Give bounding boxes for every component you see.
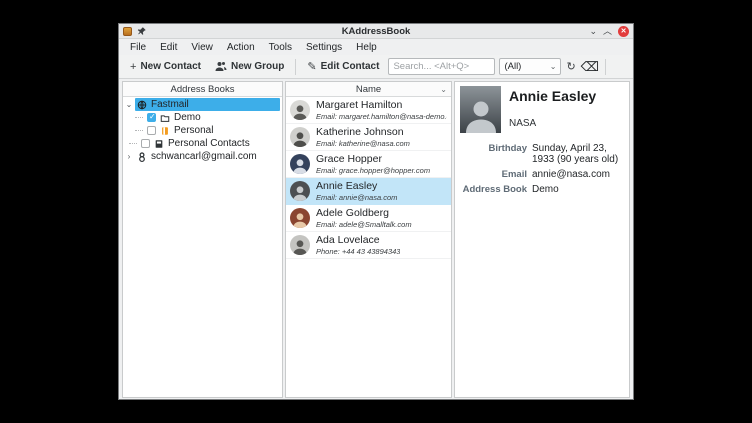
personal-contacts-checkbox[interactable]: [141, 139, 150, 148]
tree-item-demo[interactable]: Demo: [123, 111, 282, 124]
menu-tools[interactable]: Tools: [262, 41, 299, 54]
contact-row-adele-goldberg[interactable]: Adele Goldberg Email: adele@Smalltalk.co…: [286, 205, 451, 232]
address-books-tree: ⌄ Fastmail: [123, 97, 282, 163]
detail-organization: NASA: [509, 118, 596, 129]
group-icon: [215, 61, 227, 72]
toolbar-separator: [295, 59, 296, 75]
notebook-icon: [160, 126, 170, 136]
globe-icon: [137, 100, 147, 110]
personal-checkbox[interactable]: [147, 126, 156, 135]
new-contact-button[interactable]: + New Contact: [125, 59, 206, 75]
email-value[interactable]: annie@nasa.com: [532, 169, 624, 180]
search-input[interactable]: [388, 58, 495, 75]
menu-help[interactable]: Help: [349, 41, 384, 54]
avatar: [290, 154, 310, 174]
contacts-book-icon: [154, 139, 164, 149]
pencil-icon: ✎: [307, 60, 316, 73]
clear-search-icon[interactable]: ⌫: [581, 59, 599, 75]
collapse-arrow-icon[interactable]: ⌄: [123, 100, 135, 109]
plus-icon: +: [130, 61, 136, 73]
new-group-button[interactable]: New Group: [210, 59, 289, 74]
tree-item-personal[interactable]: Personal: [123, 124, 282, 137]
birthday-value: Sunday, April 23, 1933 (90 years old): [532, 143, 624, 165]
contact-row-ada-lovelace[interactable]: Ada Lovelace Phone: +44 43 43894343: [286, 232, 451, 259]
menu-file[interactable]: File: [123, 41, 153, 54]
avatar: [290, 100, 310, 120]
app-icon: [123, 27, 132, 36]
desktop-background: KAddressBook ⌄ ︿ ✕ File Edit View Action…: [0, 0, 752, 423]
window-title: KAddressBook: [119, 26, 633, 37]
refresh-icon[interactable]: ↻: [565, 60, 576, 73]
toolbar: + New Contact New Group ✎ Edit Contact: [119, 55, 633, 79]
email-label: Email: [460, 169, 527, 180]
minimize-button[interactable]: ⌄: [589, 27, 597, 36]
demo-checkbox[interactable]: [147, 113, 156, 122]
menu-action[interactable]: Action: [220, 41, 262, 54]
contact-details-panel: Annie Easley NASA Birthday Sunday, April…: [454, 81, 630, 398]
maximize-button[interactable]: ︿: [603, 27, 612, 36]
avatar: [290, 127, 310, 147]
menu-edit[interactable]: Edit: [153, 41, 184, 54]
address-books-panel: Address Books ⌄ Fastmail: [122, 81, 283, 398]
address-book-label: Address Book: [460, 184, 527, 195]
name-column-header[interactable]: Name ⌄: [286, 82, 451, 97]
avatar: [290, 181, 310, 201]
detail-fields: Birthday Sunday, April 23, 1933 (90 year…: [460, 143, 624, 195]
column-settings-icon[interactable]: ⌄: [440, 85, 447, 94]
kaddressbook-window: KAddressBook ⌄ ︿ ✕ File Edit View Action…: [118, 23, 634, 400]
titlebar[interactable]: KAddressBook ⌄ ︿ ✕: [119, 24, 633, 39]
tree-item-personal-contacts[interactable]: Personal Contacts: [123, 137, 282, 150]
edit-contact-button[interactable]: ✎ Edit Contact: [302, 58, 384, 75]
expand-arrow-icon[interactable]: ›: [123, 152, 135, 161]
contact-photo: [460, 86, 501, 133]
detail-contact-name: Annie Easley: [509, 88, 596, 104]
menu-settings[interactable]: Settings: [299, 41, 349, 54]
contact-list-panel: Name ⌄ Margaret Hamilton Email: margaret…: [285, 81, 452, 398]
chevron-down-icon: ⌄: [550, 62, 557, 71]
contact-list: Margaret Hamilton Email: margaret.hamilt…: [286, 97, 451, 397]
address-book-value: Demo: [532, 184, 624, 195]
menubar: File Edit View Action Tools Settings Hel…: [119, 39, 633, 55]
tree-item-gmail-account[interactable]: › schwancarl@gmail.com: [123, 150, 282, 163]
contact-row-katherine-johnson[interactable]: Katherine Johnson Email: katherine@nasa.…: [286, 124, 451, 151]
pin-icon[interactable]: [137, 26, 147, 36]
contact-row-grace-hopper[interactable]: Grace Hopper Email: grace.hopper@hopper.…: [286, 151, 451, 178]
tree-item-fastmail[interactable]: ⌄ Fastmail: [123, 98, 282, 111]
avatar: [290, 208, 310, 228]
google-account-icon: [137, 152, 147, 162]
folder-icon: [160, 113, 170, 123]
menu-view[interactable]: View: [184, 41, 220, 54]
birthday-label: Birthday: [460, 143, 527, 165]
toolbar-separator: [605, 59, 606, 75]
contact-row-annie-easley[interactable]: Annie Easley Email: annie@nasa.com: [286, 178, 451, 205]
filter-dropdown[interactable]: (All) ⌄: [499, 58, 561, 75]
close-button[interactable]: ✕: [618, 26, 629, 37]
contact-row-margaret-hamilton[interactable]: Margaret Hamilton Email: margaret.hamilt…: [286, 97, 451, 124]
main-content: Address Books ⌄ Fastmail: [119, 79, 633, 399]
avatar: [290, 235, 310, 255]
address-books-header: Address Books: [123, 82, 282, 97]
